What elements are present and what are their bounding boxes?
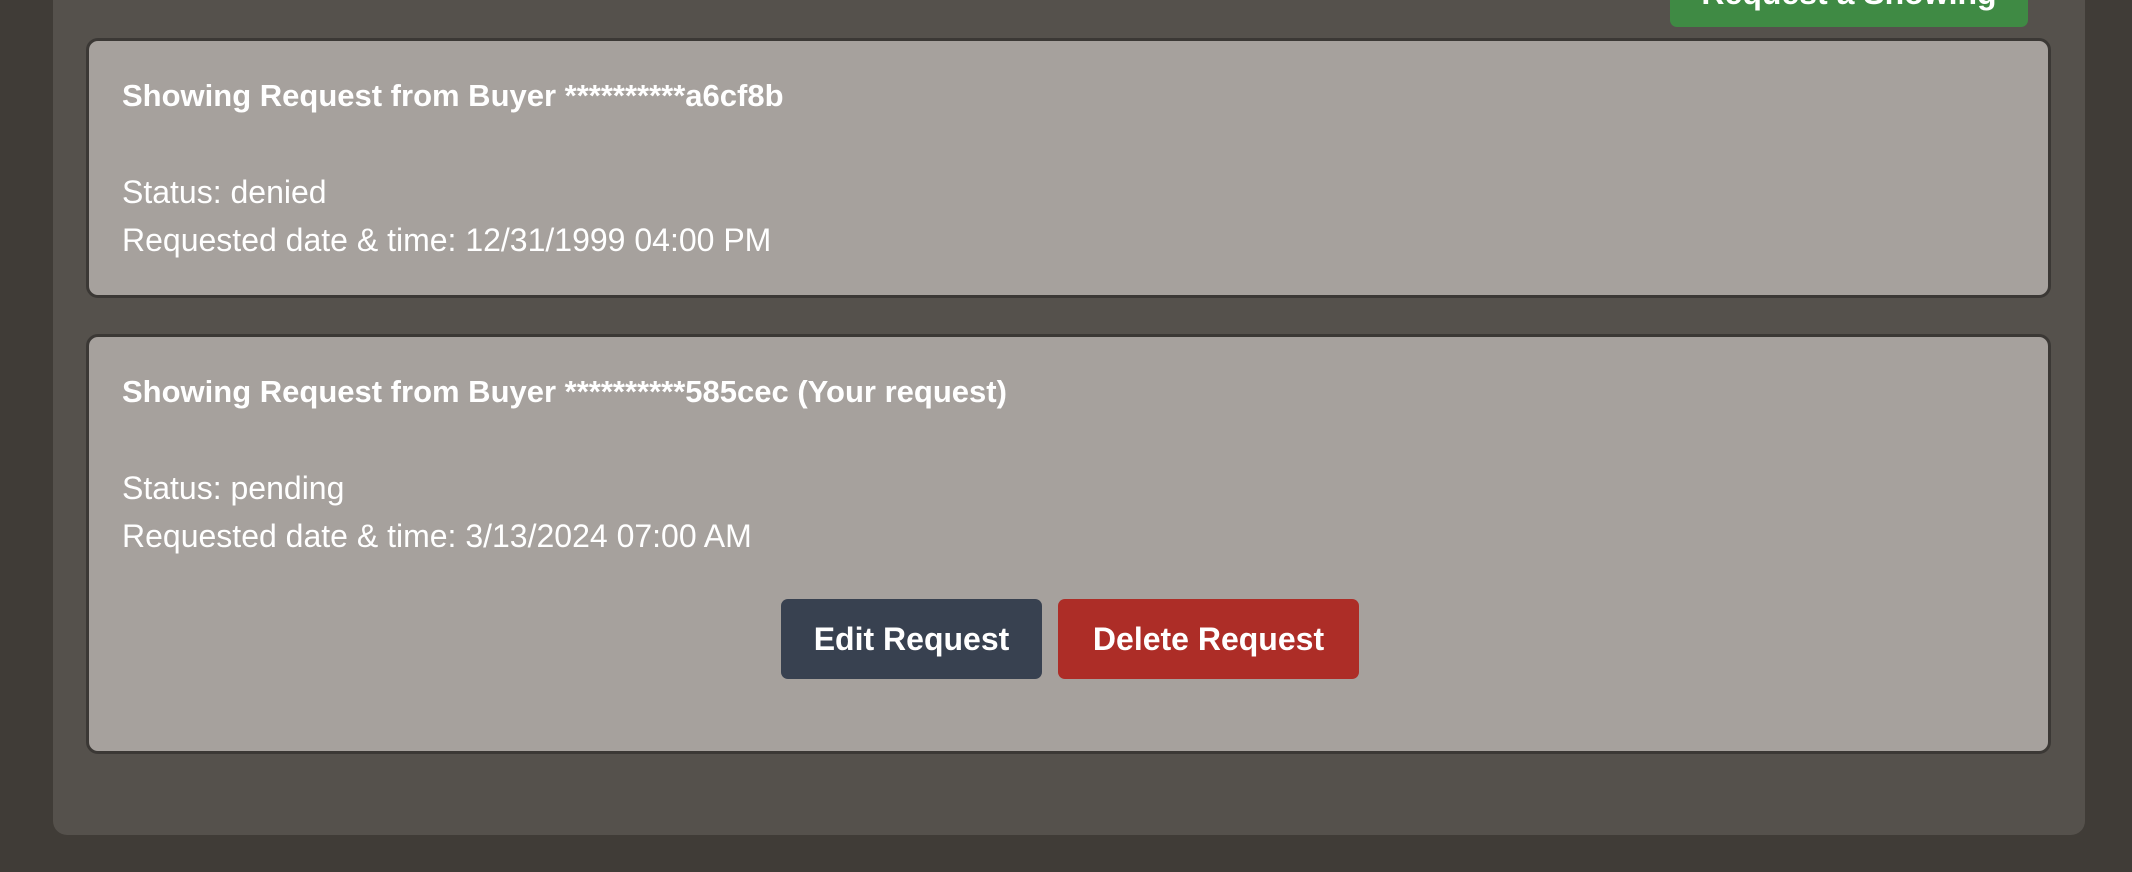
request-datetime: Requested date & time: 12/31/1999 04:00 … [122,222,772,258]
edit-request-button[interactable]: Edit Request [781,599,1042,679]
request-status: Status: denied [122,174,327,210]
request-showing-button[interactable]: Request a Showing [1670,0,2028,27]
showing-request-card: Showing Request from Buyer **********585… [86,334,2051,754]
delete-request-button[interactable]: Delete Request [1058,599,1359,679]
request-title: Showing Request from Buyer **********a6c… [122,78,784,113]
showing-request-card: Showing Request from Buyer **********a6c… [86,38,2051,298]
request-title: Showing Request from Buyer **********585… [122,374,1007,409]
request-datetime: Requested date & time: 3/13/2024 07:00 A… [122,518,752,554]
request-status: Status: pending [122,470,345,506]
